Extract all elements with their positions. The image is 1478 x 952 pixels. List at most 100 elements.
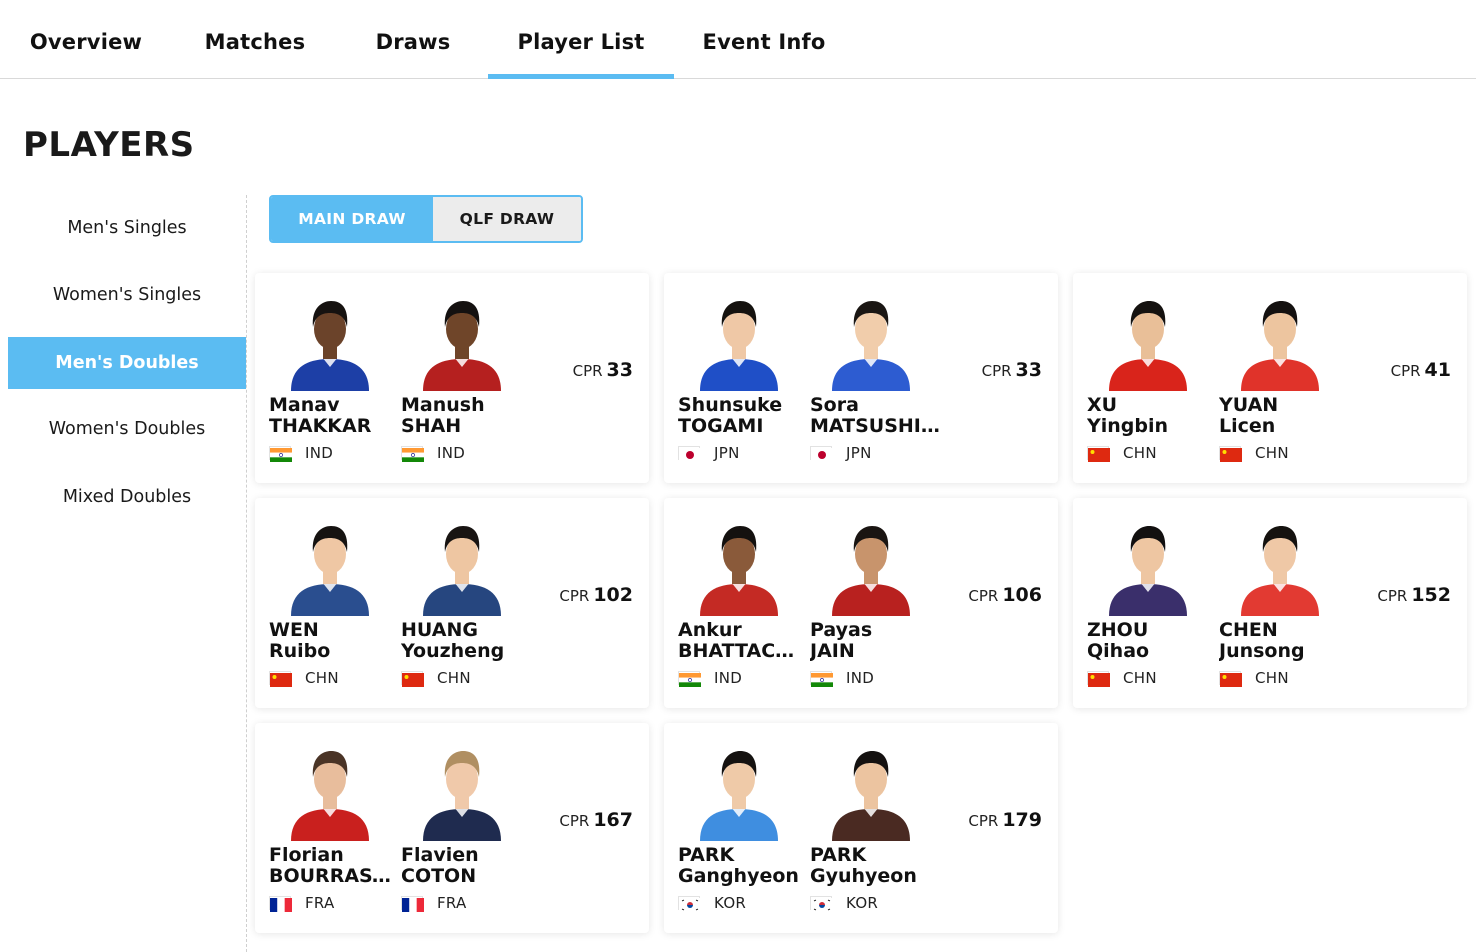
- pair-card[interactable]: PARK Ganghyeon KOR PARK Gyuhyeon KOR CPR 179: [664, 723, 1058, 933]
- player-photo: [421, 293, 503, 391]
- player-name: AnkurBHATTACHARJEE: [678, 620, 810, 662]
- country-code: IND: [714, 669, 743, 687]
- cpr-ranking: CPR 179: [968, 809, 1042, 831]
- player-last-name: BOURRASSAUD: [269, 866, 401, 887]
- player-name: ZHOU Qihao: [1087, 620, 1219, 662]
- player-country: CHN: [1219, 669, 1289, 687]
- player-photo: [1239, 518, 1321, 616]
- tab-draws[interactable]: Draws: [338, 0, 488, 78]
- player-first-name: Manush: [401, 395, 485, 416]
- cpr-ranking: CPR 41: [1391, 359, 1451, 381]
- player-photo: [1107, 518, 1189, 616]
- ind-flag-icon: [269, 446, 292, 462]
- player-entry[interactable]: HUANG Youzheng CHN: [401, 498, 533, 708]
- jpn-flag-icon: [810, 446, 833, 462]
- qlf-draw-button[interactable]: QLF DRAW: [433, 197, 581, 241]
- player-entry[interactable]: AnkurBHATTACHARJEE IND: [678, 498, 810, 708]
- cpr-label: CPR: [559, 812, 590, 830]
- sidebar-item-womens-singles[interactable]: Women's Singles: [8, 269, 246, 321]
- tab-matches[interactable]: Matches: [172, 0, 338, 78]
- player-country: FRA: [269, 894, 335, 912]
- player-entry[interactable]: PARK Ganghyeon KOR: [678, 723, 810, 933]
- tab-event-info[interactable]: Event Info: [674, 0, 854, 78]
- player-last-name: TOGAMI: [678, 416, 764, 437]
- country-code: CHN: [437, 669, 471, 687]
- country-code: FRA: [437, 894, 467, 912]
- tab-player-list[interactable]: Player List: [488, 0, 674, 79]
- player-entry[interactable]: Payas JAIN IND: [810, 498, 942, 708]
- country-code: JPN: [714, 444, 740, 462]
- player-country: JPN: [678, 444, 740, 462]
- chn-flag-icon: [1087, 446, 1110, 462]
- chn-flag-icon: [1219, 446, 1242, 462]
- fra-flag-icon: [269, 896, 292, 912]
- chn-flag-icon: [269, 671, 292, 687]
- player-photo: [289, 293, 371, 391]
- cpr-value: 102: [593, 584, 633, 606]
- ind-flag-icon: [810, 671, 833, 687]
- pair-card[interactable]: FlorianBOURRASSAUD FRA FlavienCOTON FRA CPR1…: [255, 723, 649, 933]
- pair-card[interactable]: XU Yingbin CHN YUAN Licen CHN CPR 41: [1073, 273, 1467, 483]
- player-entry[interactable]: XU Yingbin CHN: [1087, 273, 1219, 483]
- player-entry[interactable]: ZHOU Qihao CHN: [1087, 498, 1219, 708]
- player-entry[interactable]: FlorianBOURRASSAUD FRA: [269, 723, 401, 933]
- player-first-name: Manav: [269, 395, 340, 416]
- sidebar-item-mixed-doubles[interactable]: Mixed Doubles: [8, 471, 246, 523]
- pair-card[interactable]: AnkurBHATTACHARJEE IND PayasJAIN IND CPR106: [664, 498, 1058, 708]
- player-last-name: Youzheng: [401, 641, 505, 662]
- player-photo: [698, 518, 780, 616]
- main-draw-button[interactable]: MAIN DRAW: [271, 197, 433, 241]
- pair-card[interactable]: Manav THAKKAR IND Manush SHAH IND CPR 33: [255, 273, 649, 483]
- player-first-name: ZHOU: [1087, 620, 1149, 641]
- cpr-label: CPR: [572, 362, 603, 380]
- country-code: IND: [305, 444, 334, 462]
- player-first-name: Ankur: [678, 620, 742, 641]
- sidebar-item-mens-doubles[interactable]: Men's Doubles: [8, 337, 246, 389]
- cpr-ranking: CPR 33: [982, 359, 1042, 381]
- tab-overview[interactable]: Overview: [0, 0, 172, 78]
- player-country: FRA: [401, 894, 467, 912]
- player-first-name: HUANG: [401, 620, 478, 641]
- player-last-name: THAKKAR: [269, 416, 372, 437]
- country-code: IND: [846, 669, 875, 687]
- player-photo: [830, 518, 912, 616]
- player-name: Flavien COTON: [401, 845, 533, 887]
- player-country: CHN: [1219, 444, 1289, 462]
- player-name: YUAN Licen: [1219, 395, 1351, 437]
- cpr-value: 33: [1015, 359, 1042, 381]
- cpr-label: CPR: [1390, 362, 1421, 380]
- player-entry[interactable]: CHEN Junsong CHN: [1219, 498, 1351, 708]
- player-entry[interactable]: PARK Gyuhyeon KOR: [810, 723, 942, 933]
- player-entry[interactable]: Manav THAKKAR IND: [269, 273, 401, 483]
- player-last-name: Junsong: [1219, 641, 1305, 662]
- player-name: Manush SHAH: [401, 395, 533, 437]
- player-photo: [289, 518, 371, 616]
- cpr-label: CPR: [968, 812, 999, 830]
- player-photo: [830, 743, 912, 841]
- pair-card[interactable]: ZHOU Qihao CHN CHEN Junsong CHN CPR 152: [1073, 498, 1467, 708]
- player-country: IND: [401, 444, 465, 462]
- cpr-ranking: CPR 152: [1377, 584, 1451, 606]
- pair-card[interactable]: WEN Ruibo CHN HUANG Youzheng CHN CPR 102: [255, 498, 649, 708]
- player-entry[interactable]: Flavien COTON FRA: [401, 723, 533, 933]
- player-country: CHN: [1087, 444, 1157, 462]
- player-entry[interactable]: Manush SHAH IND: [401, 273, 533, 483]
- cpr-value: 41: [1424, 359, 1451, 381]
- sidebar-item-womens-doubles[interactable]: Women's Doubles: [8, 403, 246, 455]
- player-country: CHN: [269, 669, 339, 687]
- player-entry[interactable]: Shunsuke TOGAMI JPN: [678, 273, 810, 483]
- player-name: Manav THAKKAR: [269, 395, 401, 437]
- cpr-value: 179: [1002, 809, 1042, 831]
- player-entry[interactable]: YUAN Licen CHN: [1219, 273, 1351, 483]
- player-entry[interactable]: WEN Ruibo CHN: [269, 498, 401, 708]
- pair-card[interactable]: Shunsuke TOGAMI JPN Sora MATSUSHIMA JPN CPR 33: [664, 273, 1058, 483]
- player-first-name: Florian: [269, 845, 344, 866]
- player-country: KOR: [810, 894, 878, 912]
- cpr-label: CPR: [981, 362, 1012, 380]
- player-entry[interactable]: Sora MATSUSHIMA JPN: [810, 273, 942, 483]
- player-name: WEN Ruibo: [269, 620, 401, 662]
- sidebar-divider: [246, 195, 247, 952]
- player-last-name: COTON: [401, 866, 477, 887]
- cpr-ranking: CPR 167: [559, 809, 633, 831]
- sidebar-item-mens-singles[interactable]: Men's Singles: [8, 202, 246, 254]
